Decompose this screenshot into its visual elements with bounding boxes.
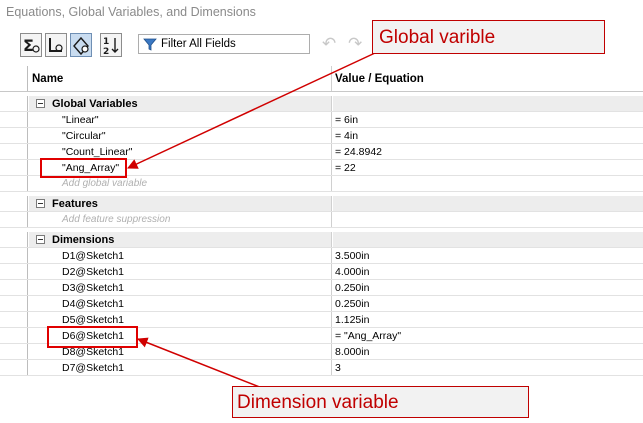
variable-value[interactable]: = 22 — [335, 162, 356, 174]
variable-value[interactable]: = 6in — [335, 114, 358, 126]
dimension-name: D2@Sketch1 — [62, 266, 125, 278]
dimension-value[interactable]: 0.250in — [335, 282, 369, 294]
table-row[interactable]: D4@Sketch1 0.250in — [0, 296, 643, 312]
add-global-variable-row[interactable]: Add global variable — [0, 176, 643, 192]
table-row[interactable]: "Circular" = 4in — [0, 128, 643, 144]
section-global-variables[interactable]: Global Variables — [0, 96, 643, 112]
section-dimensions[interactable]: Dimensions — [0, 232, 643, 248]
collapse-icon[interactable] — [36, 199, 45, 208]
collapse-icon[interactable] — [36, 235, 45, 244]
add-global-variable-hint[interactable]: Add global variable — [62, 178, 147, 189]
variable-name: "Circular" — [62, 130, 106, 142]
window-title: Equations, Global Variables, and Dimensi… — [6, 5, 256, 19]
table-row[interactable]: D7@Sketch1 3 — [0, 360, 643, 376]
dimension-value[interactable]: = "Ang_Array" — [335, 330, 401, 342]
variable-value[interactable]: = 24.8942 — [335, 146, 382, 158]
ordered-view-button[interactable]: 1 2 — [100, 33, 122, 57]
table-row[interactable]: D1@Sketch1 3.500in — [0, 248, 643, 264]
table-row[interactable]: D2@Sketch1 4.000in — [0, 264, 643, 280]
dimension-name: D7@Sketch1 — [62, 362, 125, 374]
dimension-view-icon — [73, 36, 89, 56]
dimension-name: D3@Sketch1 — [62, 282, 125, 294]
dimension-value[interactable]: 8.000in — [335, 346, 369, 358]
table-row[interactable]: D3@Sketch1 0.250in — [0, 280, 643, 296]
ordered-view-icon: 1 2 — [103, 37, 119, 57]
dimension-variable-callout: Dimension variable — [232, 386, 529, 418]
svg-text:Σ: Σ — [23, 36, 34, 55]
header-row: Name Value / Equation — [0, 66, 643, 92]
table-row[interactable]: "Linear" = 6in — [0, 112, 643, 128]
undo-icon[interactable]: ↶ — [322, 34, 336, 54]
global-var-view-icon — [49, 38, 63, 52]
variable-name: "Count_Linear" — [62, 146, 133, 158]
variable-value[interactable]: = 4in — [335, 130, 358, 142]
name-column-header[interactable]: Name — [29, 66, 332, 91]
funnel-icon — [143, 38, 157, 51]
redo-icon[interactable]: ↷ — [348, 34, 362, 54]
global-variable-highlight — [40, 158, 127, 178]
add-feature-suppression-row[interactable]: Add feature suppression — [0, 212, 643, 228]
value-column-header[interactable]: Value / Equation — [333, 66, 643, 91]
dimension-name: D5@Sketch1 — [62, 314, 125, 326]
section-features[interactable]: Features — [0, 196, 643, 212]
svg-text:2: 2 — [103, 47, 109, 56]
dimension-value[interactable]: 3.500in — [335, 250, 369, 262]
collapse-icon[interactable] — [36, 99, 45, 108]
equation-view-button[interactable]: Σ — [20, 33, 42, 57]
dimension-view-button[interactable] — [70, 33, 92, 57]
dimension-name: D1@Sketch1 — [62, 250, 125, 262]
global-var-view-button[interactable] — [45, 33, 67, 57]
dimension-variable-highlight — [47, 326, 138, 348]
dimension-value[interactable]: 0.250in — [335, 298, 369, 310]
filter-label: Filter All Fields — [161, 38, 236, 50]
filter-field[interactable]: Filter All Fields — [138, 34, 310, 54]
variable-name: "Linear" — [62, 114, 99, 126]
svg-text:1: 1 — [103, 37, 109, 47]
add-feature-suppression-hint[interactable]: Add feature suppression — [62, 214, 170, 225]
equation-view-icon: Σ — [23, 36, 40, 55]
global-variable-callout: Global varible — [372, 20, 605, 54]
dimension-value[interactable]: 1.125in — [335, 314, 369, 326]
dimension-name: D4@Sketch1 — [62, 298, 125, 310]
dimension-value[interactable]: 3 — [335, 362, 341, 374]
dimension-value[interactable]: 4.000in — [335, 266, 369, 278]
